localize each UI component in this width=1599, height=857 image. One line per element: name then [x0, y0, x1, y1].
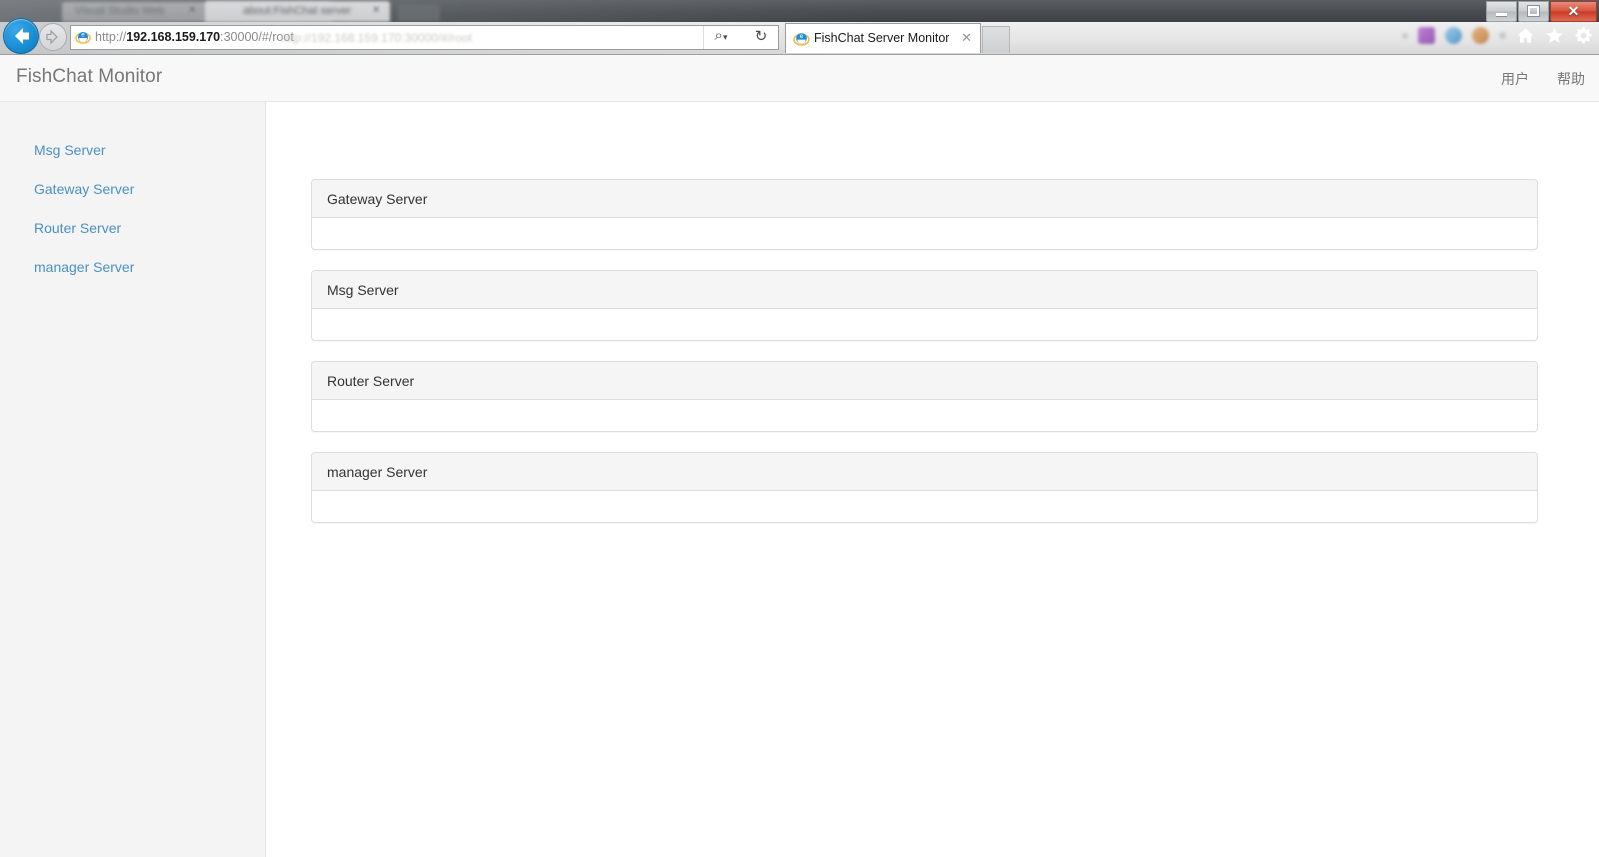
toolbar-ghost-icon-4[interactable]: [1472, 27, 1489, 44]
panel-body: [312, 218, 1537, 249]
sidebar-item-msg-server[interactable]: Msg Server: [34, 142, 106, 158]
tab-close-icon[interactable]: ✕: [961, 30, 972, 46]
url-scheme: http://: [95, 30, 127, 44]
home-icon[interactable]: [1516, 26, 1535, 45]
header-nav-item-user[interactable]: 用户: [1501, 69, 1529, 89]
panel-body: [312, 309, 1537, 340]
svg-text:e: e: [81, 32, 85, 39]
active-tab[interactable]: e FishChat Server Monitor ✕: [785, 23, 981, 53]
panel-title: manager Server: [327, 463, 428, 480]
panel-gateway-server[interactable]: Gateway Server: [311, 179, 1538, 250]
panel-router-server[interactable]: Router Server: [311, 361, 1538, 432]
active-tab-title: FishChat Server Monitor: [814, 31, 950, 45]
refresh-icon: ↻: [754, 28, 768, 45]
header-nav-item-help[interactable]: 帮助: [1557, 69, 1585, 89]
window-controls: ✕: [1485, 1, 1597, 22]
web-page-viewport: FishChat Monitor 用户 帮助 Msg Server Gatewa…: [0, 55, 1599, 857]
svg-text:e: e: [800, 32, 804, 40]
panel-title: Gateway Server: [327, 190, 428, 207]
search-icon: ⌕▾: [714, 27, 728, 44]
internet-explorer-icon: e: [75, 32, 91, 44]
favorites-star-icon[interactable]: [1545, 26, 1564, 45]
close-button[interactable]: ✕: [1550, 1, 1597, 22]
browser-window: Visual Studio Web ✕ about:FishChat serve…: [0, 0, 1599, 857]
address-bar[interactable]: e http://192.168.159.170:30000/#/root ht…: [70, 25, 779, 50]
panel-heading: Router Server: [312, 362, 1537, 400]
toolbar-ghost-icon-5[interactable]: [1499, 32, 1506, 39]
panel-title: Router Server: [327, 372, 415, 389]
restore-icon: [1528, 6, 1539, 16]
main-content: Gateway Server Msg Server Router Server …: [267, 102, 1599, 857]
forward-button[interactable]: [39, 23, 67, 51]
browser-title-bar: Visual Studio Web ✕ about:FishChat serve…: [0, 0, 1599, 22]
panel-msg-server[interactable]: Msg Server: [311, 270, 1538, 341]
refresh-button[interactable]: ↻: [746, 26, 776, 49]
minimize-button[interactable]: [1486, 1, 1517, 22]
sidebar-item-manager-server[interactable]: manager Server: [34, 259, 134, 275]
app-header: FishChat Monitor 用户 帮助: [0, 55, 1599, 102]
browser-toolbar-icons: [1402, 26, 1593, 45]
header-nav: 用户 帮助: [1501, 69, 1585, 89]
page-title: FishChat Monitor: [16, 66, 163, 87]
close-icon: ✕: [1567, 3, 1580, 19]
toolbar-ghost-icon-2[interactable]: [1418, 27, 1435, 44]
forward-arrow-icon: [46, 29, 58, 45]
sidebar: Msg Server Gateway Server Router Server …: [0, 102, 266, 857]
panel-manager-server[interactable]: manager Server: [311, 452, 1538, 523]
panel-heading: Msg Server: [312, 271, 1537, 309]
background-tab-2-close-icon[interactable]: ✕: [372, 5, 380, 16]
browser-navigation-bar: e http://192.168.159.170:30000/#/root ht…: [0, 18, 1599, 55]
panel-body: [312, 400, 1537, 431]
sidebar-item-router-server[interactable]: Router Server: [34, 220, 121, 236]
address-bar-search-button[interactable]: ⌕▾: [703, 26, 738, 49]
panel-body: [312, 491, 1537, 522]
restore-button[interactable]: [1518, 1, 1549, 22]
toolbar-ghost-icon-3[interactable]: [1445, 27, 1462, 44]
url-host: 192.168.159.170: [126, 30, 221, 44]
address-bar-autocomplete-hint: http://192.168.159.170:30000/#/root: [281, 31, 472, 45]
panel-heading: Gateway Server: [312, 180, 1537, 218]
background-tab-1-label: Visual Studio Web: [75, 5, 165, 17]
sidebar-item-gateway-server[interactable]: Gateway Server: [34, 181, 134, 197]
background-tab-2-label: about:FishChat server: [243, 5, 352, 17]
internet-explorer-icon: e: [793, 32, 810, 46]
panel-title: Msg Server: [327, 281, 399, 298]
tools-gear-icon[interactable]: [1574, 26, 1593, 45]
background-tab-1-close-icon[interactable]: ✕: [188, 5, 196, 16]
new-tab-strip-button[interactable]: [982, 26, 1010, 53]
toolbar-ghost-icon-1[interactable]: [1402, 32, 1408, 39]
back-button[interactable]: [3, 18, 39, 54]
minimize-icon: [1496, 13, 1507, 16]
back-arrow-icon: [15, 28, 29, 44]
address-bar-url: http://192.168.159.170:30000/#/root: [95, 30, 294, 44]
new-tab-button[interactable]: [398, 4, 440, 21]
panel-heading: manager Server: [312, 453, 1537, 491]
